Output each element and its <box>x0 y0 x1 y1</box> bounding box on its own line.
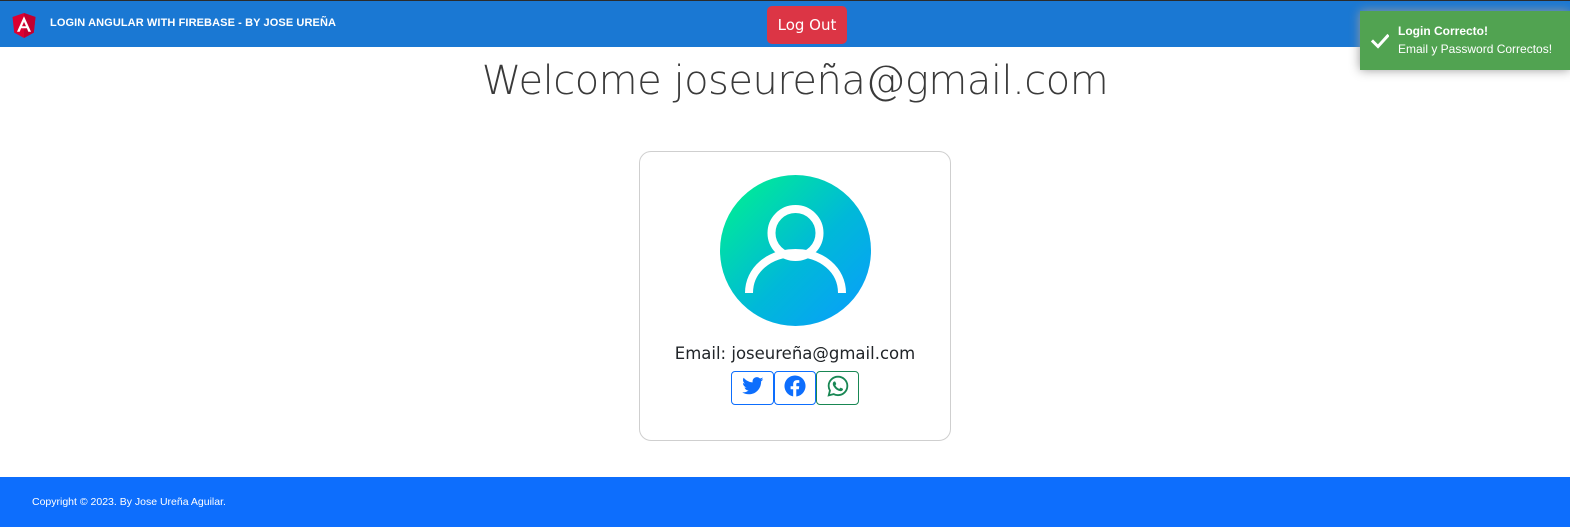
twitter-icon <box>741 376 764 400</box>
social-buttons <box>731 371 859 405</box>
whatsapp-icon <box>826 375 849 402</box>
profile-email: Email: joseureña@gmail.com <box>674 344 916 363</box>
checkmark-icon <box>1370 32 1390 50</box>
angular-logo-icon[interactable] <box>12 13 36 38</box>
whatsapp-share-button[interactable] <box>816 371 859 405</box>
app-title[interactable]: LOGIN ANGULAR WITH FIREBASE - BY JOSE UR… <box>50 17 336 29</box>
footer: Copyright © 2023. By Jose Ureña Aguilar. <box>0 477 1570 527</box>
twitter-share-button[interactable] <box>731 371 774 405</box>
toast-message: Email y Password Correctos! <box>1398 42 1553 56</box>
user-avatar-icon <box>720 175 871 326</box>
welcome-heading: Welcome joseureña@gmail.com <box>481 58 1109 104</box>
navbar: LOGIN ANGULAR WITH FIREBASE - BY JOSE UR… <box>0 1 1570 47</box>
toast-title: Login Correcto! <box>1398 24 1488 38</box>
copyright-text: Copyright © 2023. By Jose Ureña Aguilar. <box>32 496 226 508</box>
logout-button[interactable]: Log Out <box>767 6 847 44</box>
facebook-share-button[interactable] <box>774 371 816 405</box>
facebook-icon <box>784 374 806 402</box>
profile-card: Email: joseureña@gmail.com <box>639 151 951 441</box>
